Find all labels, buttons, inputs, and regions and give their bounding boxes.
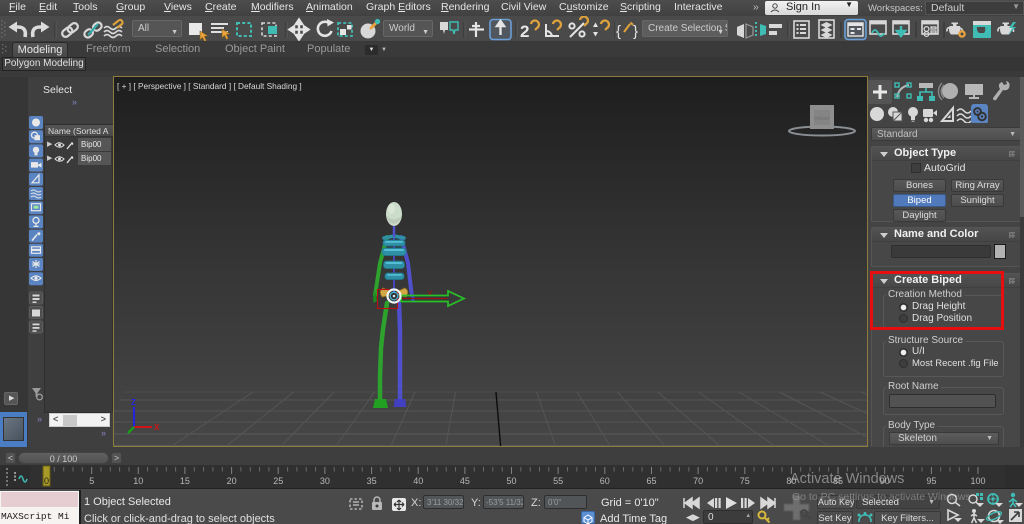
svg-text:5: 5: [89, 476, 94, 486]
svg-text:20: 20: [227, 476, 237, 486]
svg-text:75: 75: [740, 476, 750, 486]
svg-text:FRONT: FRONT: [814, 116, 830, 121]
svg-text:65: 65: [646, 476, 656, 486]
svg-text:10: 10: [133, 476, 143, 486]
svg-text:Z: Z: [131, 398, 136, 407]
svg-text:}: }: [633, 23, 638, 40]
svg-text:70: 70: [693, 476, 703, 486]
svg-text:55: 55: [553, 476, 563, 486]
svg-text:60: 60: [600, 476, 610, 486]
svg-text:25: 25: [273, 476, 283, 486]
svg-text:30: 30: [320, 476, 330, 486]
svg-text:X: X: [154, 423, 160, 432]
svg-text:35: 35: [367, 476, 377, 486]
svg-text:[ + ] [ Perspective ] [ Standa: [ + ] [ Perspective ] [ Standard ] [ Def…: [117, 81, 302, 91]
svg-text:2: 2: [520, 22, 529, 41]
svg-text:X: X: [427, 290, 433, 299]
svg-text:{: {: [616, 23, 621, 40]
svg-text:45: 45: [460, 476, 470, 486]
svg-text:50: 50: [506, 476, 516, 486]
svg-text:40: 40: [413, 476, 423, 486]
svg-text:0: 0: [44, 476, 49, 486]
svg-text:15: 15: [180, 476, 190, 486]
